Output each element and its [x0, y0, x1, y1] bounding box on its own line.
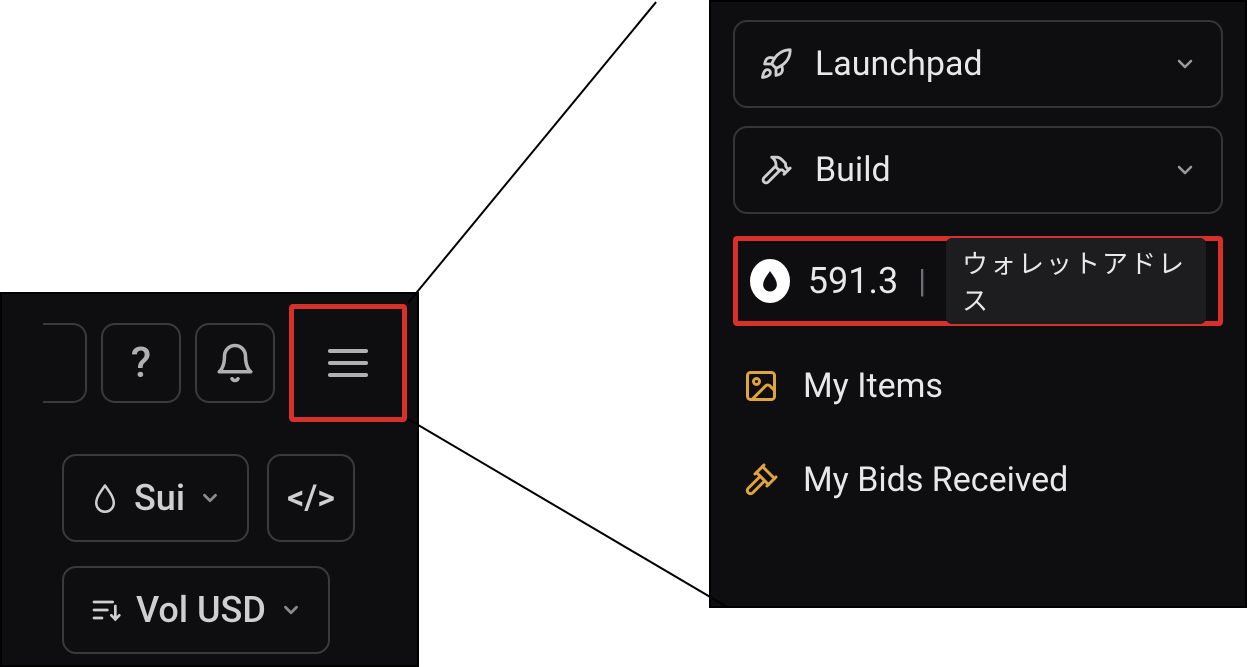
token-badge	[750, 259, 790, 303]
hammer-icon	[759, 153, 793, 187]
chain-selector[interactable]: Sui	[62, 454, 249, 542]
sort-selector[interactable]: Vol USD	[62, 566, 330, 654]
hamburger-highlight	[289, 304, 407, 422]
hamburger-icon	[318, 339, 378, 387]
menu-item-label: Launchpad	[815, 44, 983, 84]
sort-icon	[90, 594, 122, 626]
menu-link-my-bids[interactable]: My Bids Received	[733, 446, 1223, 514]
menu-item-label: Build	[815, 150, 891, 190]
menu-panel: Launchpad Build 591.3 | ウォレットアドレス	[709, 0, 1247, 608]
toolbar-row: ?	[0, 304, 407, 422]
menu-item-launchpad[interactable]: Launchpad	[733, 20, 1223, 108]
chevron-down-icon	[280, 599, 302, 621]
toolbar-panel: ? Sui </>	[0, 292, 419, 667]
menu-button[interactable]	[298, 313, 398, 413]
wallet-highlight: 591.3 | ウォレットアドレス	[733, 236, 1223, 326]
menu-item-build[interactable]: Build	[733, 126, 1223, 214]
droplet-icon	[759, 268, 781, 294]
bell-icon	[214, 342, 256, 384]
chevron-down-icon	[1173, 158, 1197, 182]
callout-line-bottom	[407, 418, 727, 608]
code-icon: </>	[287, 478, 335, 518]
menu-link-my-items[interactable]: My Items	[733, 352, 1223, 420]
wallet-balance: 591.3	[808, 260, 898, 302]
separator: |	[918, 262, 926, 300]
toolbar-partial-button[interactable]	[43, 323, 87, 403]
menu-link-label: My Items	[803, 366, 943, 406]
help-icon: ?	[131, 339, 151, 388]
chain-label: Sui	[134, 477, 185, 519]
sort-label: Vol USD	[136, 589, 266, 631]
image-icon	[743, 368, 779, 404]
wallet-address[interactable]: ウォレットアドレス	[946, 238, 1206, 324]
chevron-down-icon	[1173, 52, 1197, 76]
filter-row-2: Vol USD	[62, 566, 330, 654]
notifications-button[interactable]	[195, 323, 275, 403]
menu-link-label: My Bids Received	[803, 460, 1068, 500]
chevron-down-icon	[199, 487, 221, 509]
wallet-row[interactable]: 591.3 | ウォレットアドレス	[740, 244, 1216, 318]
rocket-icon	[759, 47, 793, 81]
droplet-icon	[90, 480, 120, 516]
help-button[interactable]: ?	[101, 323, 181, 403]
code-button[interactable]: </>	[267, 454, 355, 542]
filter-row-1: Sui </>	[62, 454, 355, 542]
gavel-icon	[743, 462, 779, 498]
callout-line-top	[407, 1, 657, 303]
